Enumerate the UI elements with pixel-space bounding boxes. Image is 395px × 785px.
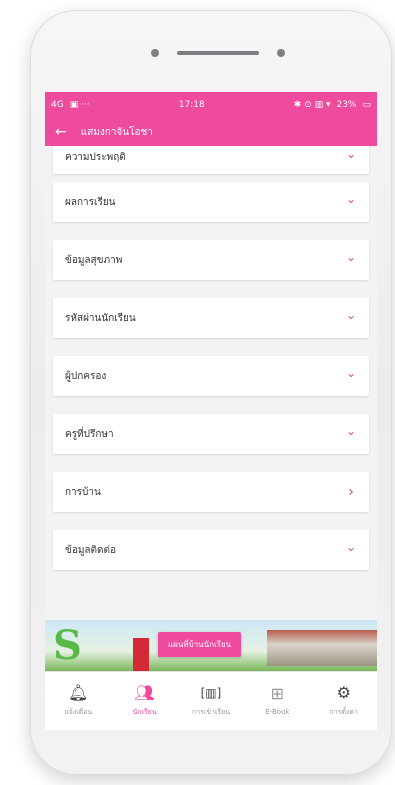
chevron-down-icon xyxy=(345,544,357,556)
accordion-item-contact[interactable]: ข้อมูลติดต่อ xyxy=(53,530,369,570)
accordion-item-label: ผู้ปกครอง xyxy=(65,370,107,382)
nav-item-label: E-Book xyxy=(265,708,290,716)
chevron-right-icon xyxy=(345,486,357,498)
app-bar: ← แสมงกาจันโอชา xyxy=(45,118,377,146)
chevron-down-icon xyxy=(345,196,357,208)
nav-item-notifications[interactable]: 🔔︎ แจ้งเตือน xyxy=(46,682,110,718)
accordion-item-label: ข้อมูลสุขภาพ xyxy=(65,254,123,266)
phone-frame: 4G ▣ ··· 17:18 ✱ ⊙ ▥ ▾ 23% ▭ ← แสมงกาจัน… xyxy=(30,10,392,775)
accordion-item-grades[interactable]: ผลการเรียน xyxy=(53,182,369,222)
accordion-item-advisor[interactable]: ครูที่ปรึกษา xyxy=(53,414,369,454)
accordion-item-student-password[interactable]: รหัสผ่านนักเรียน xyxy=(53,298,369,338)
nav-item-ebook[interactable]: ⊞ E-Book xyxy=(245,684,309,717)
banner-building-image xyxy=(267,630,377,666)
accordion-item-label: ข้อมูลติดต่อ xyxy=(65,544,117,556)
barcode-icon: [▥] xyxy=(200,685,222,700)
notification-icon: ▣ ··· xyxy=(69,100,90,110)
sensor-dot xyxy=(151,49,159,57)
bell-icon: 🔔︎ xyxy=(68,682,89,702)
book-icon: ⊞ xyxy=(270,684,285,703)
status-time: 17:18 xyxy=(178,100,205,110)
chevron-down-icon xyxy=(345,312,357,324)
front-camera xyxy=(277,49,285,57)
chevron-down-icon xyxy=(345,254,357,266)
phone-top-bezel xyxy=(30,10,392,92)
accordion-item-homework[interactable]: การบ้าน xyxy=(53,472,369,512)
system-icons: ✱ ⊙ ▥ ▾ xyxy=(293,100,331,110)
accordion-list: ความประพฤติ ผลการเรียน ข้อมูลสุขภาพ รหัส… xyxy=(45,146,377,672)
app-screen: 4G ▣ ··· 17:18 ✱ ⊙ ▥ ▾ 23% ▭ ← แสมงกาจัน… xyxy=(45,92,377,730)
bottom-navigation: 🔔︎ แจ้งเตือน 👥︎ นักเรียน [▥] การเข้าเรีย… xyxy=(45,671,377,730)
nav-item-label: แจ้งเตือน xyxy=(64,707,93,716)
nav-item-students[interactable]: 👥︎ นักเรียน xyxy=(113,682,177,718)
back-arrow-icon[interactable]: ← xyxy=(55,125,67,139)
accordion-item-label: ครูที่ปรึกษา xyxy=(65,428,114,440)
banner-logo-letters: S xyxy=(53,622,82,669)
nav-item-label: การเข้าเรียน xyxy=(191,707,230,716)
page-title: แสมงกาจันโอชา xyxy=(80,126,153,138)
banner-decoration xyxy=(133,638,149,672)
earpiece-speaker xyxy=(177,51,259,55)
gear-icon: ⚙︎ xyxy=(336,682,351,702)
chevron-down-icon xyxy=(345,370,357,382)
accordion-item-guardians[interactable]: ผู้ปกครอง xyxy=(53,356,369,396)
accordion-item-conduct[interactable]: ความประพฤติ xyxy=(53,146,369,174)
students-icon: 👥︎ xyxy=(134,682,155,702)
nav-item-settings[interactable]: ⚙︎ การตั้งค่า xyxy=(312,682,376,718)
accordion-item-label: ความประพฤติ xyxy=(65,151,126,163)
battery-level: 23% xyxy=(336,100,357,110)
school-banner: S แผนที่บ้านนักเรียน xyxy=(45,620,377,672)
chevron-down-icon xyxy=(345,151,357,163)
student-home-map-button[interactable]: แผนที่บ้านนักเรียน xyxy=(158,632,242,657)
status-bar: 4G ▣ ··· 17:18 ✱ ⊙ ▥ ▾ 23% ▭ xyxy=(45,92,377,118)
nav-item-label: นักเรียน xyxy=(132,707,157,716)
chevron-down-icon xyxy=(345,428,357,440)
nav-item-label: การตั้งค่า xyxy=(329,707,358,716)
signal-indicator: 4G xyxy=(51,100,64,110)
accordion-item-label: ผลการเรียน xyxy=(65,196,116,208)
accordion-item-label: รหัสผ่านนักเรียน xyxy=(65,312,136,324)
nav-item-attendance[interactable]: [▥] การเข้าเรียน xyxy=(179,685,243,718)
battery-icon: ▭ xyxy=(362,100,371,110)
accordion-item-label: การบ้าน xyxy=(65,486,101,498)
accordion-item-health[interactable]: ข้อมูลสุขภาพ xyxy=(53,240,369,280)
